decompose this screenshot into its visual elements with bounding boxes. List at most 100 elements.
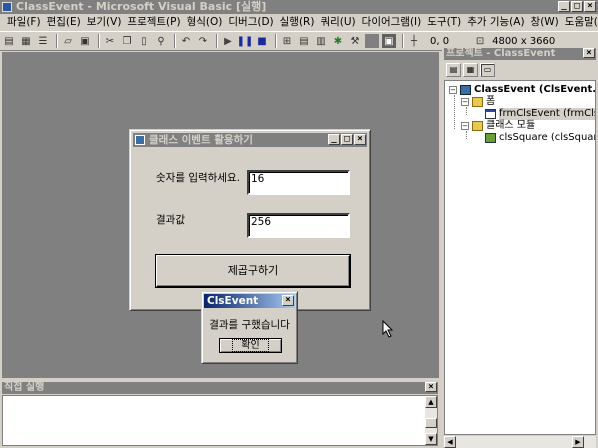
collapse-icon[interactable]: − xyxy=(461,98,469,106)
tree-node-project[interactable]: − ClassEvent (ClsEvent.vb xyxy=(449,84,596,96)
window-caption-buttons: _ □ × xyxy=(558,1,596,12)
menu-editor-icon[interactable]: ☰ xyxy=(36,34,50,48)
menu-format[interactable]: 형식(O) xyxy=(184,14,226,31)
tree-line xyxy=(466,107,467,115)
tree-node-classes[interactable]: − 클래스 모듈 xyxy=(461,120,535,132)
immediate-text-area[interactable]: ▲ ▼ xyxy=(2,395,438,446)
folder-icon xyxy=(472,97,483,107)
tree-line xyxy=(454,95,455,129)
square-button[interactable]: 제곱구하기 xyxy=(155,254,351,288)
find-icon[interactable]: ⚲ xyxy=(154,34,168,48)
properties-window-icon[interactable]: ▤ xyxy=(297,34,311,48)
menu-tools[interactable]: 도구(T) xyxy=(424,14,464,31)
copy-icon[interactable]: ❐ xyxy=(120,34,134,48)
break-icon[interactable]: ❚❚ xyxy=(237,34,254,48)
message-box-title-bar[interactable]: ClsEvent × xyxy=(204,294,295,308)
view-object-icon[interactable]: ▦ xyxy=(463,63,478,77)
toolbar-separator xyxy=(98,34,100,48)
toolbar-separator xyxy=(402,34,404,48)
add-form-icon[interactable]: ▦ xyxy=(19,34,33,48)
menu-query[interactable]: 쿼리(U) xyxy=(317,14,358,31)
project-explorer-title: 프로젝트 - ClassEvent xyxy=(446,48,556,59)
toolbar-separator xyxy=(216,34,218,48)
form-icon xyxy=(135,135,145,145)
immediate-close-button[interactable]: × xyxy=(425,382,437,392)
scroll-thumb[interactable] xyxy=(425,418,437,428)
immediate-window-title-bar[interactable]: 직접 실행 × xyxy=(2,382,438,394)
tree-node-class[interactable]: clsSquare (clsSquare xyxy=(485,132,595,144)
folder-icon xyxy=(472,121,483,131)
collapse-icon[interactable]: − xyxy=(449,86,457,94)
paste-icon[interactable]: ▯ xyxy=(137,34,151,48)
component-manager-icon[interactable]: ▣ xyxy=(382,34,396,48)
class-module-icon xyxy=(485,133,496,143)
menu-view[interactable]: 보기(V) xyxy=(84,14,125,31)
toolbox-icon[interactable]: ⚒ xyxy=(348,34,362,48)
menu-project[interactable]: 프로젝트(P) xyxy=(124,14,183,31)
form-title-bar[interactable]: 클래스 이벤트 활용하기 _ □ × xyxy=(133,133,367,147)
menu-run[interactable]: 실행(R) xyxy=(277,14,318,31)
scroll-right-icon[interactable]: ▶ xyxy=(572,436,584,448)
form-minimize-button[interactable]: _ xyxy=(328,134,340,145)
project-explorer-icon[interactable]: ⊞ xyxy=(280,34,294,48)
scroll-up-icon[interactable]: ▲ xyxy=(425,396,437,408)
data-view-icon[interactable] xyxy=(365,34,379,48)
classes-folder-label: 클래스 모듈 xyxy=(486,120,536,131)
toolbar-separator xyxy=(275,34,277,48)
collapse-icon[interactable]: − xyxy=(461,122,469,130)
ok-button[interactable]: 확인 xyxy=(219,338,282,353)
menu-help[interactable]: 도움말(H) xyxy=(562,14,598,31)
message-box-caption-buttons: × xyxy=(282,295,294,306)
menu-addins[interactable]: 추가 기능(A) xyxy=(464,14,527,31)
form-close-button[interactable]: × xyxy=(354,134,366,145)
cut-icon[interactable]: ✂ xyxy=(103,34,117,48)
message-box[interactable]: ClsEvent × 결과를 구했습니다 확인 xyxy=(201,291,298,364)
redo-icon[interactable]: ↷ xyxy=(196,34,210,48)
menu-edit[interactable]: 편집(E) xyxy=(44,14,84,31)
immediate-window-title: 직접 실행 xyxy=(4,382,45,393)
scroll-down-icon[interactable]: ▼ xyxy=(425,433,437,445)
tree-node-forms[interactable]: − 폼 xyxy=(461,96,495,108)
number-input[interactable]: 16 xyxy=(247,170,350,195)
forms-folder-label: 폼 xyxy=(486,96,496,107)
form-icon xyxy=(485,109,496,119)
end-icon[interactable]: ■ xyxy=(255,34,269,48)
save-icon[interactable]: ▣ xyxy=(78,34,92,48)
input-label: 숫자를 입력하세요. xyxy=(156,172,240,184)
immediate-vertical-scrollbar[interactable]: ▲ ▼ xyxy=(425,396,437,445)
minimize-button[interactable]: _ xyxy=(558,1,570,12)
scroll-left-icon[interactable]: ◀ xyxy=(444,436,456,448)
message-box-title: ClsEvent xyxy=(207,295,259,307)
menu-file[interactable]: 파일(F) xyxy=(4,14,44,31)
immediate-caption-buttons: × xyxy=(425,382,437,392)
undo-icon[interactable]: ↶ xyxy=(179,34,193,48)
project-explorer: 프로젝트 - ClassEvent × ▤ ▦ ▭ − ClassEvent (… xyxy=(442,46,598,448)
message-box-close-button[interactable]: × xyxy=(282,295,294,306)
view-code-icon[interactable]: ▤ xyxy=(446,63,461,77)
menu-debug[interactable]: 디버그(D) xyxy=(225,14,276,31)
start-icon[interactable]: ▶ xyxy=(221,34,235,48)
project-explorer-toolbar: ▤ ▦ ▭ xyxy=(444,61,596,79)
position-readout: 0, 0 xyxy=(430,35,450,47)
maximize-button[interactable]: □ xyxy=(571,1,583,12)
tree-line xyxy=(466,131,467,139)
project-root-label: ClassEvent (ClsEvent.vb xyxy=(474,84,596,95)
menu-diagram[interactable]: 다이어그램(I) xyxy=(359,14,425,31)
toggle-folders-icon[interactable]: ▭ xyxy=(480,63,495,77)
object-browser-icon[interactable]: ✱ xyxy=(331,34,345,48)
menu-window[interactable]: 창(W) xyxy=(528,14,562,31)
app-title-bar[interactable]: ClassEvent - Microsoft Visual Basic [실행]… xyxy=(0,0,598,14)
form-layout-icon[interactable]: ▥ xyxy=(314,34,328,48)
project-explorer-close-button[interactable]: × xyxy=(583,48,595,58)
toolbar-separator xyxy=(174,34,176,48)
mouse-pointer-icon xyxy=(382,320,394,338)
close-button[interactable]: × xyxy=(584,1,596,12)
result-field[interactable]: 256 xyxy=(247,213,350,238)
project-explorer-title-bar[interactable]: 프로젝트 - ClassEvent × xyxy=(444,48,596,60)
form-window[interactable]: 클래스 이벤트 활용하기 _ □ × 숫자를 입력하세요. 16 결과값 256… xyxy=(129,129,371,311)
form-maximize-button[interactable]: □ xyxy=(341,134,353,145)
add-project-icon[interactable]: ▤ xyxy=(2,34,16,48)
open-icon[interactable]: ▱ xyxy=(61,34,75,48)
project-horizontal-scrollbar[interactable]: ◀ ▶ xyxy=(444,436,596,448)
tree-node-form[interactable]: frmClsEvent (frmClsE xyxy=(485,108,595,120)
